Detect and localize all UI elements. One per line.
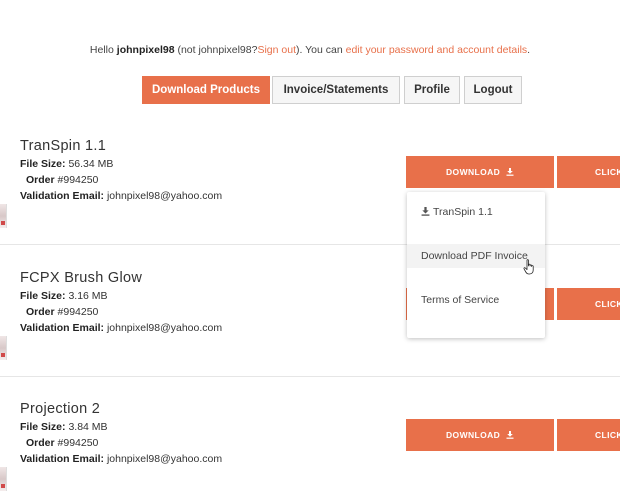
edit-account-link[interactable]: edit your password and account details <box>346 44 528 56</box>
hand-cursor-icon <box>523 259 534 275</box>
order-label: Order <box>26 174 55 186</box>
product-file-size: File Size: 56.34 MB <box>20 158 113 170</box>
tab-logout[interactable]: Logout <box>464 76 522 104</box>
product-name: TranSpin 1.1 <box>20 138 107 154</box>
greeting-username: johnpixel98 <box>116 44 175 56</box>
product-thumbnail[interactable] <box>0 467 7 491</box>
product-order: Order #994250 <box>26 306 98 318</box>
file-size-value: 3.16 MB <box>68 290 108 302</box>
greeting-mid: ). You can <box>295 44 343 56</box>
click-button[interactable]: CLICK <box>557 288 620 320</box>
order-label: Order <box>26 306 55 318</box>
click-button[interactable]: CLICK <box>557 419 620 451</box>
validation-email-value: johnpixel98@yahoo.com <box>106 190 223 202</box>
greeting-not-user: johnpixel98? <box>198 44 258 56</box>
download-button[interactable]: DOWNLOAD <box>406 156 554 188</box>
validation-email-label: Validation Email: <box>20 322 105 334</box>
file-size-value: 3.84 MB <box>68 421 108 433</box>
tab-profile[interactable]: Profile <box>404 76 460 104</box>
file-size-label: File Size: <box>20 290 66 302</box>
validation-email-label: Validation Email: <box>20 190 105 202</box>
product-thumbnail[interactable] <box>0 204 7 228</box>
validation-email-value: johnpixel98@yahoo.com <box>106 322 223 334</box>
greeting-end: . <box>527 44 531 56</box>
file-size-label: File Size: <box>20 158 66 170</box>
product-validation-email: Validation Email: johnpixel98@yahoo.com <box>20 190 222 202</box>
tab-download-products[interactable]: Download Products <box>142 76 270 104</box>
order-value: #994250 <box>57 437 99 449</box>
file-size-label: File Size: <box>20 421 66 433</box>
greeting-line: Hello johnpixel98 (not johnpixel98?Sign … <box>0 44 620 56</box>
download-icon <box>421 207 430 216</box>
order-label: Order <box>26 437 55 449</box>
validation-email-value: johnpixel98@yahoo.com <box>106 453 223 465</box>
dropdown-item-label: TranSpin 1.1 <box>433 206 493 218</box>
greeting-not-prefix: (not <box>177 44 196 56</box>
product-name: FCPX Brush Glow <box>20 270 143 286</box>
validation-email-label: Validation Email: <box>20 453 105 465</box>
account-page: Hello johnpixel98 (not johnpixel98?Sign … <box>0 0 620 500</box>
file-size-value: 56.34 MB <box>68 158 114 170</box>
click-button[interactable]: CLICK <box>557 156 620 188</box>
product-thumbnail[interactable] <box>0 336 7 360</box>
product-file-size: File Size: 3.16 MB <box>20 290 108 302</box>
sign-out-link[interactable]: Sign out <box>257 44 296 56</box>
product-name: Projection 2 <box>20 401 101 417</box>
order-value: #994250 <box>57 306 99 318</box>
product-file-size: File Size: 3.84 MB <box>20 421 108 433</box>
download-icon <box>506 168 514 176</box>
dropdown-item-product-download[interactable]: TranSpin 1.1 <box>407 200 545 224</box>
product-order: Order #994250 <box>26 437 98 449</box>
product-order: Order #994250 <box>26 174 98 186</box>
download-icon <box>506 431 514 439</box>
download-button-label: DOWNLOAD <box>446 430 501 440</box>
product-validation-email: Validation Email: johnpixel98@yahoo.com <box>20 322 222 334</box>
tab-invoice-statements[interactable]: Invoice/Statements <box>272 76 400 104</box>
greeting-hello: Hello <box>89 44 114 56</box>
download-button[interactable]: DOWNLOAD <box>406 419 554 451</box>
order-value: #994250 <box>57 174 99 186</box>
product-validation-email: Validation Email: johnpixel98@yahoo.com <box>20 453 222 465</box>
separator <box>0 376 620 377</box>
dropdown-item-terms[interactable]: Terms of Service <box>407 288 545 312</box>
download-button-label: DOWNLOAD <box>446 167 501 177</box>
